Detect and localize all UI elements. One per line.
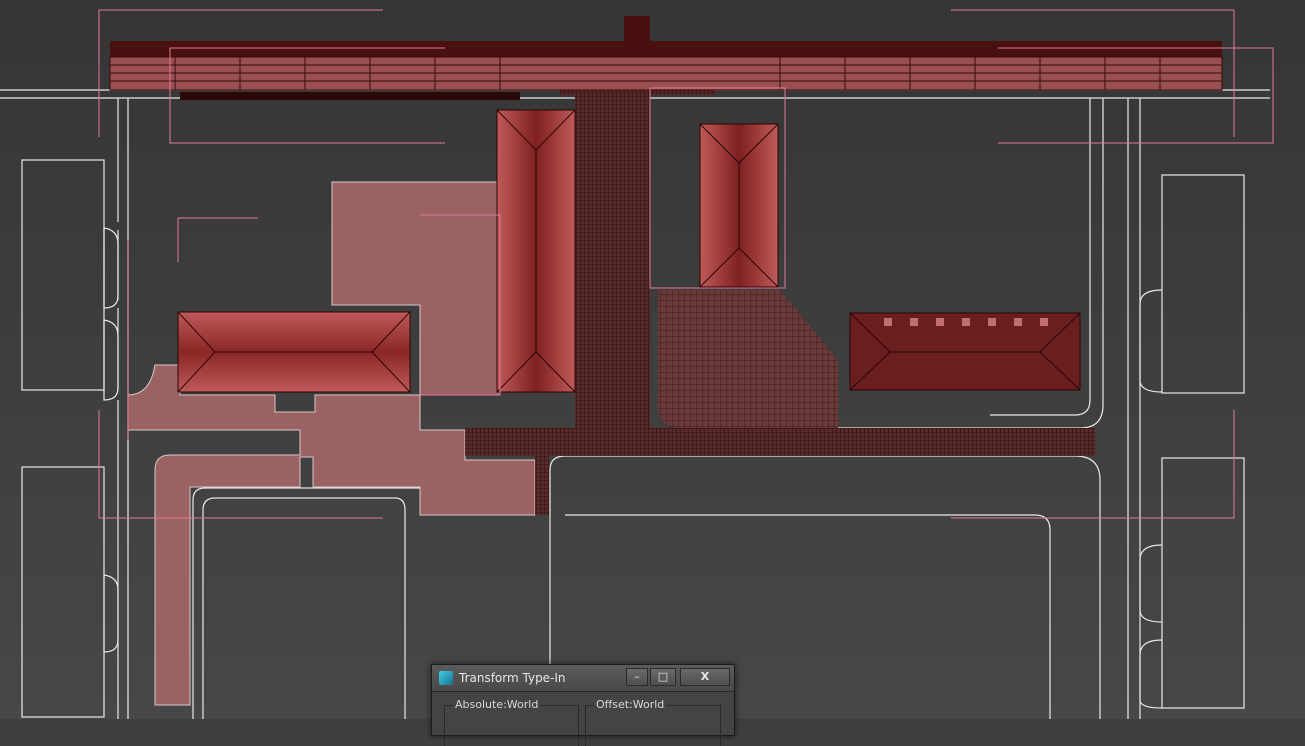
building-center: [496, 109, 576, 393]
maximize-button[interactable]: □: [650, 668, 676, 686]
dialog-title: Transform Type-In: [459, 671, 566, 685]
offset-world-group: Offset:World: [585, 698, 721, 746]
offset-world-label: Offset:World: [594, 698, 667, 711]
transform-type-in-dialog[interactable]: Transform Type-In – □ X Absolute:World O…: [431, 664, 735, 746]
viewport-top[interactable]: [0, 0, 1305, 719]
minimize-button[interactable]: –: [626, 668, 648, 686]
dialog-titlebar[interactable]: Transform Type-In – □ X: [432, 665, 734, 692]
building-east: [849, 312, 1081, 391]
top-block: [109, 16, 1223, 100]
building-north-east: [699, 123, 779, 288]
close-button[interactable]: X: [680, 668, 730, 686]
app-icon: [439, 671, 453, 685]
building-west: [177, 311, 411, 393]
absolute-world-group: Absolute:World: [444, 698, 579, 746]
scene-canvas[interactable]: [0, 0, 1305, 719]
absolute-world-label: Absolute:World: [453, 698, 541, 711]
